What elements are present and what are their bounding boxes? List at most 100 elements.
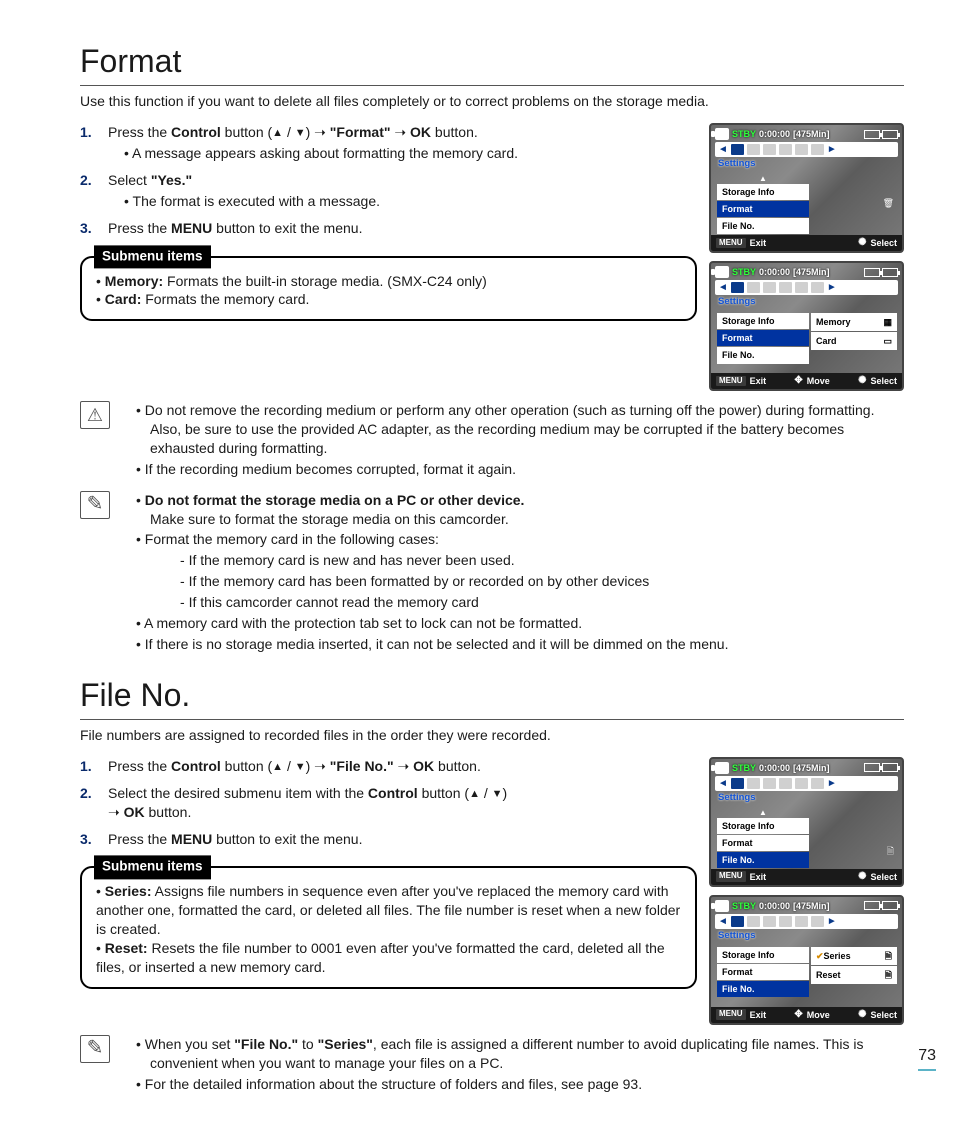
note-bold: "File No." (234, 1036, 298, 1052)
card-icon: ▭ (883, 335, 892, 347)
warning-item: If the recording medium becomes corrupte… (136, 460, 904, 479)
menu-list: Storage Info Format File No. (717, 313, 809, 364)
note-subitem: If the memory card is new and has never … (180, 551, 904, 570)
note-text: Make sure to format the storage media on… (150, 511, 509, 527)
submenu-item-text: Formats the built-in storage media. (SMX… (163, 273, 487, 289)
menu-list: ▲ Storage Info Format File No. ▼ (717, 809, 809, 878)
tab-bar: ◄ ► (715, 280, 898, 295)
step-bold: "Yes." (151, 172, 192, 188)
popup-list: ✔Series🗎 Reset🗎 (811, 947, 897, 985)
tab-icon (779, 916, 792, 927)
note-text: to (298, 1036, 317, 1052)
tab-icon (811, 144, 824, 155)
submenu-item-text: Formats the memory card. (141, 291, 309, 307)
note-icon: ✎ (80, 491, 110, 519)
note-icon: ✎ (80, 1035, 110, 1063)
camcorder-icon (715, 128, 729, 140)
step-text: ➝ (391, 124, 411, 140)
menu-item-selected: Format (717, 330, 809, 346)
menu-item-selected: Format (717, 201, 809, 217)
remain-time: [475Min] (793, 266, 830, 278)
card-icon (864, 268, 880, 277)
step-text: button to exit the menu. (212, 220, 362, 236)
select-label: Select (870, 375, 897, 387)
remain-time: [475Min] (793, 762, 830, 774)
submenu-item-bold: Reset: (105, 940, 148, 956)
menu-item: File No. (717, 218, 809, 234)
settings-label: Settings (718, 792, 902, 805)
menu-item: Format (717, 964, 809, 980)
exit-label: Exit (750, 375, 767, 387)
step-text: ) ➝ (306, 124, 330, 140)
fileno-intro: File numbers are assigned to recorded fi… (80, 726, 904, 745)
down-arrow-icon: ▼ (295, 760, 306, 775)
check-icon: ✔ (816, 951, 824, 961)
submenu-item-bold: Series: (105, 883, 152, 899)
menu-item: Storage Info (717, 313, 809, 329)
step-sub: A message appears asking about formattin… (124, 144, 697, 163)
up-arrow-icon: ▲ (272, 126, 283, 141)
step-text: button ( (221, 124, 272, 140)
step-bold: Control (171, 758, 221, 774)
exit-label: Exit (750, 871, 767, 883)
tab-icon (763, 282, 776, 293)
step-text: ) ➝ (306, 758, 330, 774)
step-number: 1. (80, 757, 92, 776)
note-subitem: If this camcorder cannot read the memory… (180, 593, 904, 612)
tab-icon (763, 144, 776, 155)
lcd-fileno-menu: STBY 0:00:00 [475Min] ◄ ► Settings ▲ Sto… (709, 757, 904, 887)
popup-item: Reset (816, 969, 841, 981)
tab-icon (795, 778, 808, 789)
battery-icon (882, 268, 898, 277)
step-number: 2. (80, 784, 92, 803)
menu-item-selected: File No. (717, 981, 809, 997)
card-icon (864, 763, 880, 772)
lcd-fileno-popup: STBY 0:00:00 [475Min] ◄ ► Settings Stora… (709, 895, 904, 1025)
step-text: Press the (108, 831, 171, 847)
step-text: button ( (418, 785, 469, 801)
step-text: Press the (108, 124, 171, 140)
menu-key-icon: MENU (716, 376, 746, 387)
step-bold: Control (171, 124, 221, 140)
settings-label: Settings (718, 930, 902, 943)
note-text: When you set (145, 1036, 235, 1052)
settings-label: Settings (718, 158, 902, 171)
step-text: button to exit the menu. (212, 831, 362, 847)
submenu-label: Submenu items (94, 245, 211, 268)
move-label: Move (807, 375, 830, 387)
step-text: / (480, 785, 492, 801)
select-label: Select (870, 871, 897, 883)
move-label: Move (807, 1009, 830, 1021)
memory-icon: ▦ (883, 316, 892, 328)
tab-icon (763, 916, 776, 927)
warning-icon: ⚠ (80, 401, 110, 429)
step-text: / (283, 758, 295, 774)
step-text: ➝ (394, 758, 414, 774)
tab-icon (795, 282, 808, 293)
tab-icon (731, 282, 744, 293)
format-warnings: Do not remove the recording medium or pe… (124, 401, 904, 481)
remain-time: [475Min] (793, 900, 830, 912)
tab-icon (763, 778, 776, 789)
tab-right-icon: ► (827, 777, 837, 791)
camcorder-icon (715, 900, 729, 912)
format-row-icon: 🗑 (883, 197, 894, 209)
stby-label: STBY (732, 762, 756, 774)
submenu-label: Submenu items (94, 856, 211, 879)
tab-bar: ◄ ► (715, 914, 898, 929)
tab-right-icon: ► (827, 281, 837, 295)
step-text: Select (108, 172, 151, 188)
note-bold: Do not format the storage media on a PC … (145, 492, 525, 508)
select-label: Select (870, 237, 897, 249)
tab-bar: ◄ ► (715, 776, 898, 791)
step-bold: "File No." (330, 758, 394, 774)
tab-icon (731, 778, 744, 789)
tab-icon (811, 282, 824, 293)
step-text: Press the (108, 220, 171, 236)
lcd-format-popup: STBY 0:00:00 [475Min] ◄ ► Settings Stora… (709, 261, 904, 391)
fileno-notes: When you set "File No." to "Series", eac… (124, 1035, 904, 1096)
warning-item: Do not remove the recording medium or pe… (136, 401, 904, 458)
exit-label: Exit (750, 237, 767, 249)
tab-left-icon: ◄ (718, 281, 728, 295)
battery-icon (882, 130, 898, 139)
